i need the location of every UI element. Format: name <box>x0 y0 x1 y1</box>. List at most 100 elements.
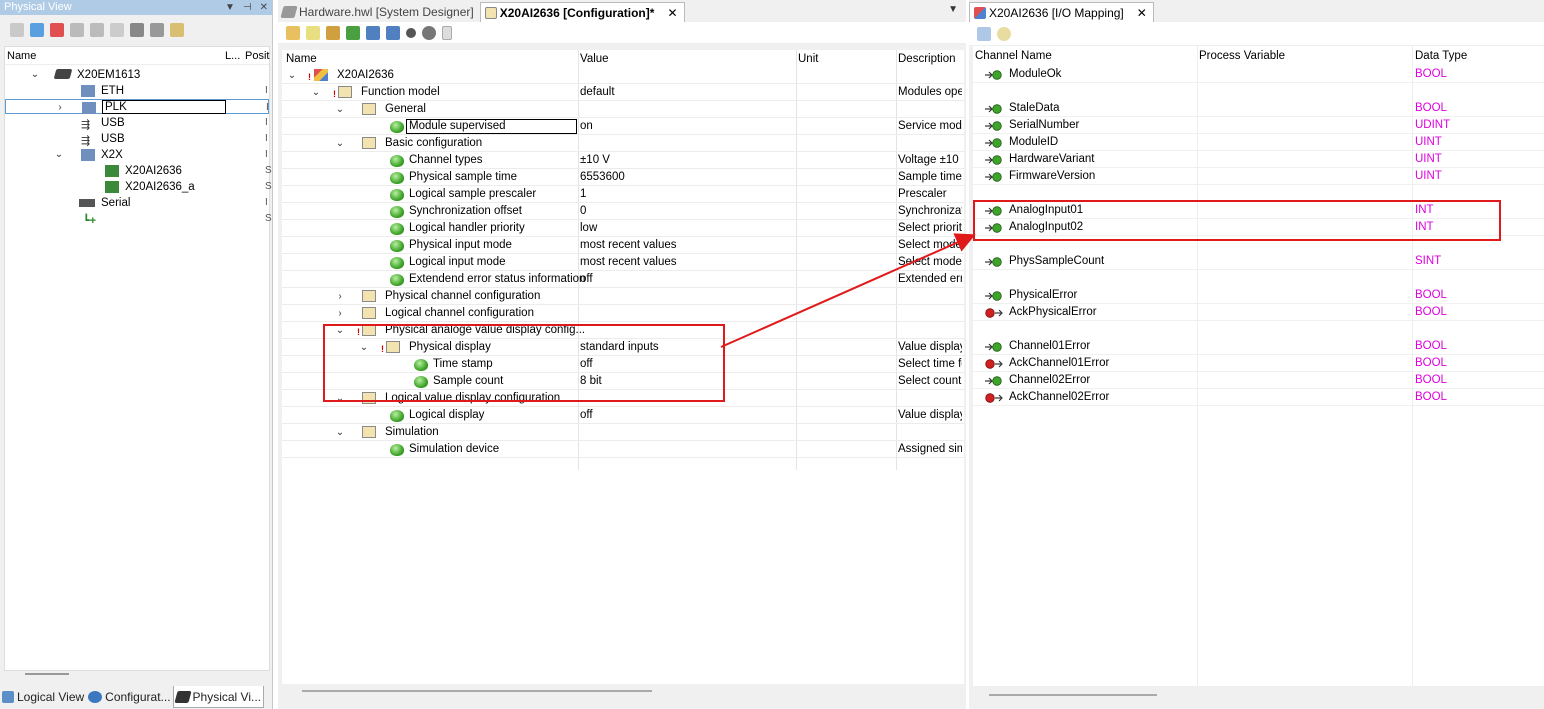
tree-item-label[interactable]: PLK <box>102 100 226 114</box>
properties-icon[interactable] <box>10 23 24 37</box>
settings-icon[interactable] <box>150 23 164 37</box>
connect-icon[interactable] <box>90 23 104 37</box>
row-value[interactable]: off <box>580 271 593 288</box>
column-position[interactable]: Posit <box>243 47 269 64</box>
tab-list-dropdown-icon[interactable]: ▼ <box>948 4 958 15</box>
sort-ascending-icon[interactable] <box>386 25 400 40</box>
row-value[interactable]: low <box>580 220 597 237</box>
record-icon[interactable] <box>406 27 416 38</box>
row-value[interactable]: ±10 V <box>580 152 610 169</box>
tree-item-usb-2[interactable]: ⇶ USB I <box>5 131 269 147</box>
column-l[interactable]: L... <box>223 47 243 64</box>
sync-icon[interactable] <box>346 25 360 40</box>
tab-logical-view[interactable]: Logical View <box>0 686 86 708</box>
io-row-physsamplecount[interactable]: PhysSampleCount SINT <box>973 253 1544 270</box>
row-value[interactable]: most recent values <box>580 254 677 271</box>
link-icon[interactable] <box>997 26 1011 41</box>
sort-descending-icon[interactable] <box>366 25 380 40</box>
config-row-logical-handler-priority[interactable]: Logical handler priority low Select prio… <box>282 220 964 237</box>
tree-item-x20ai2636-a[interactable]: X20AI2636_a S <box>5 179 272 195</box>
edit-icon[interactable] <box>977 26 991 41</box>
config-row-physical-sample-time[interactable]: Physical sample time 6553600 Sample time <box>282 169 964 186</box>
column-name[interactable]: Name <box>286 53 317 65</box>
config-row-channel-types[interactable]: Channel types ±10 V Voltage ±10 V <box>282 152 964 169</box>
tree-item-x20em1613[interactable]: ⌄ X20EM1613 <box>5 67 269 83</box>
wizard-icon[interactable] <box>170 23 184 37</box>
io-row-ackchannel01error[interactable]: AckChannel01Error BOOL <box>973 355 1544 372</box>
config-row-extended-error-status[interactable]: Extendend error status information off E… <box>282 271 964 288</box>
row-value[interactable]: off <box>580 407 593 424</box>
tree-item-eth[interactable]: ETH I <box>5 83 269 99</box>
expand-all-icon[interactable] <box>286 25 300 40</box>
io-row-channel01error[interactable]: Channel01Error BOOL <box>973 338 1544 355</box>
row-name[interactable]: Module supervised <box>406 119 577 134</box>
tab-x20ai2636-configuration[interactable]: X20AI2636 [Configuration]* ✕ <box>479 2 685 23</box>
column-name[interactable]: Name <box>5 47 223 64</box>
tree-item-plk[interactable]: › PLK I <box>5 99 269 114</box>
tab-configuration-view[interactable]: Configurat... <box>86 686 172 708</box>
pin-icon[interactable]: ⊣ <box>243 0 252 15</box>
row-value[interactable]: 1 <box>580 186 586 203</box>
io-row-firmwareversion[interactable]: FirmwareVersion UINT <box>973 168 1544 185</box>
config-row-simulation-device[interactable]: Simulation device Assigned sim <box>282 441 964 458</box>
config-row-physical-channel-configuration[interactable]: › Physical channel configuration <box>282 288 964 305</box>
config-row-physical-input-mode[interactable]: Physical input mode most recent values S… <box>282 237 964 254</box>
config-row-basic-configuration[interactable]: ⌄ Basic configuration <box>282 135 964 152</box>
close-icon[interactable]: ✕ <box>260 0 268 15</box>
row-value[interactable]: 0 <box>580 203 586 220</box>
close-icon[interactable]: ✕ <box>667 3 677 23</box>
io-row-channel02error[interactable]: Channel02Error BOOL <box>973 372 1544 389</box>
module-icon[interactable] <box>50 23 64 37</box>
column-description[interactable]: Description <box>898 53 956 65</box>
config-row-synchronization-offset[interactable]: Synchronization offset 0 Synchronizat <box>282 203 964 220</box>
tab-hardware-hwl[interactable]: Hardware.hwl [System Designer] <box>278 2 480 22</box>
io-row-hardwarevariant[interactable]: HardwareVariant UINT <box>973 151 1544 168</box>
config-row-function-model[interactable]: ⌄ ! Function model default Modules ope <box>282 84 964 101</box>
tree-item-x20ai2636[interactable]: X20AI2636 S <box>5 163 272 179</box>
column-process-variable[interactable]: Process Variable <box>1199 50 1285 62</box>
close-icon[interactable]: ✕ <box>1137 3 1147 23</box>
io-row-ackphysicalerror[interactable]: AckPhysicalError BOOL <box>973 304 1544 321</box>
search-icon[interactable] <box>130 23 144 37</box>
row-value[interactable]: 6553600 <box>580 169 625 186</box>
io-row-serialnumber[interactable]: SerialNumber UDINT <box>973 117 1544 134</box>
column-data-type[interactable]: Data Type <box>1415 50 1467 62</box>
settings-icon[interactable] <box>422 25 436 40</box>
hardware-icon[interactable] <box>70 23 84 37</box>
config-row-logical-sample-prescaler[interactable]: Logical sample prescaler 1 Prescaler <box>282 186 964 203</box>
horizontal-scrollbar[interactable] <box>302 690 652 692</box>
config-row-logical-channel-configuration[interactable]: › Logical channel configuration <box>282 305 964 322</box>
collapse-icon[interactable] <box>306 25 320 40</box>
tree-item-add-slot[interactable]: ┗+ S <box>5 211 272 227</box>
tree-item-usb-1[interactable]: ⇶ USB I <box>5 115 269 131</box>
config-row-logical-input-mode[interactable]: Logical input mode most recent values Se… <box>282 254 964 271</box>
io-mapping-toolbar <box>969 22 1544 46</box>
color-icon[interactable] <box>30 23 44 37</box>
tab-x20ai2636-io-mapping[interactable]: X20AI2636 [I/O Mapping] ✕ <box>969 2 1154 22</box>
column-unit[interactable]: Unit <box>798 53 818 65</box>
row-value[interactable]: on <box>580 118 593 135</box>
config-row-module-supervised[interactable]: Module supervised on Service mode <box>282 118 964 135</box>
column-value[interactable]: Value <box>580 53 609 65</box>
config-row-simulation[interactable]: ⌄ Simulation <box>282 424 964 441</box>
io-row-staledata[interactable]: StaleData BOOL <box>973 100 1544 117</box>
document-icon[interactable] <box>110 23 124 37</box>
config-row-general[interactable]: ⌄ General <box>282 101 964 118</box>
config-row-logical-display[interactable]: Logical display off Value display <box>282 407 964 424</box>
io-row-ackchannel02error[interactable]: AckChannel02Error BOOL <box>973 389 1544 406</box>
document-icon[interactable] <box>442 25 452 40</box>
io-row-moduleok[interactable]: ModuleOk BOOL <box>973 66 1544 83</box>
row-value[interactable]: most recent values <box>580 237 677 254</box>
navigate-icon[interactable] <box>326 25 340 40</box>
horizontal-scrollbar[interactable] <box>25 673 69 675</box>
config-row-x20ai2636[interactable]: ⌄ ! X20AI2636 <box>282 67 964 84</box>
io-row-physicalerror[interactable]: PhysicalError BOOL <box>973 287 1544 304</box>
tab-physical-view[interactable]: Physical Vi... <box>172 686 265 708</box>
tree-item-serial[interactable]: Serial I <box>5 195 269 211</box>
dropdown-icon[interactable]: ▼ <box>225 0 235 15</box>
io-row-moduleid[interactable]: ModuleID UINT <box>973 134 1544 151</box>
tree-item-x2x[interactable]: ⌄ X2X I <box>5 147 269 163</box>
column-channel-name[interactable]: Channel Name <box>975 50 1052 62</box>
horizontal-scrollbar[interactable] <box>989 694 1157 696</box>
row-value[interactable]: default <box>580 84 615 101</box>
